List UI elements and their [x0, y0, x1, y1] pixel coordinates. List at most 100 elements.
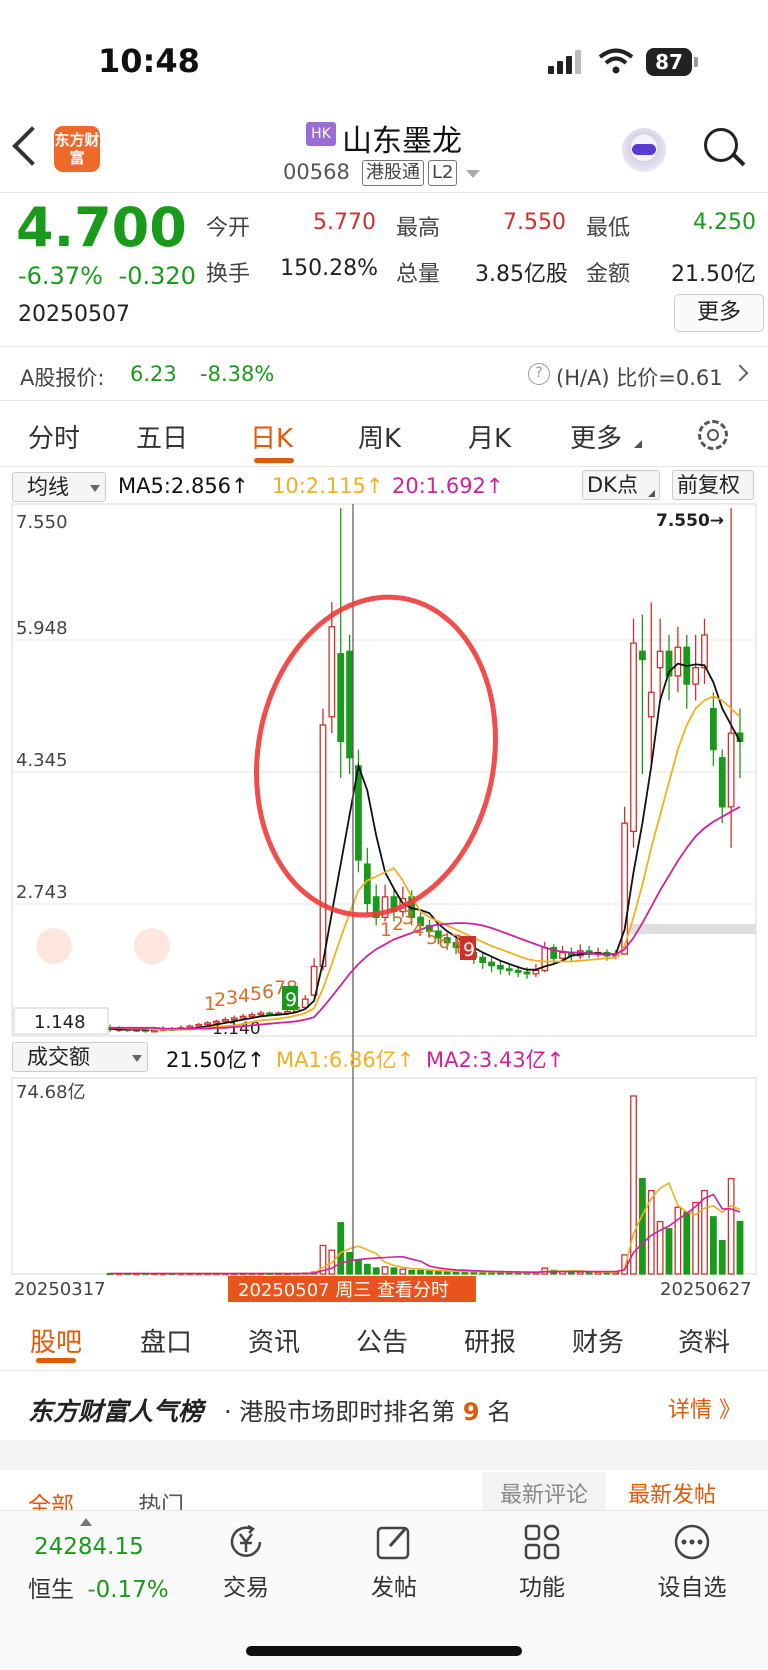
- volume-bar: [408, 1269, 416, 1275]
- price-axis-label: 5.948: [16, 618, 68, 639]
- dock-trade-label[interactable]: 交易: [196, 1568, 296, 1602]
- volume-ma1: MA1:6.86亿↑: [276, 1048, 415, 1072]
- candle-body: [221, 1018, 229, 1022]
- ha-ratio[interactable]: (H/A) 比价=0.61: [556, 362, 723, 392]
- volume-indicator-selector[interactable]: 成交额: [12, 1042, 148, 1072]
- candle: [630, 618, 637, 848]
- amount-label: 金额: [586, 262, 631, 287]
- dock-post-label[interactable]: 发帖: [344, 1568, 444, 1602]
- tab-financials[interactable]: 财务: [572, 1322, 624, 1359]
- candle: [701, 618, 708, 685]
- tab-orderbook[interactable]: 盘口: [140, 1322, 192, 1359]
- more-icon[interactable]: [672, 1522, 712, 1562]
- dk-signal-icon: [134, 928, 170, 964]
- candle-body: [532, 969, 540, 975]
- chevron-down-icon[interactable]: [466, 170, 480, 178]
- more-button[interactable]: 更多: [674, 294, 764, 332]
- compose-icon[interactable]: [374, 1522, 414, 1562]
- stock-name: 山东墨龙: [342, 124, 462, 159]
- candle: [337, 508, 345, 779]
- candles: [106, 508, 744, 1033]
- a-share-price: 6.23: [130, 362, 177, 386]
- volume-bar: [363, 1263, 371, 1275]
- grid-icon[interactable]: [522, 1522, 562, 1562]
- candle-body: [692, 667, 700, 685]
- rank-detail-link[interactable]: 详情 》: [668, 1392, 741, 1424]
- kline-chart[interactable]: 7.550 5.948 4.345 2.743 7.550→ 1.140 1.1…: [0, 500, 768, 1310]
- tab-research[interactable]: 研报: [464, 1322, 516, 1359]
- tab-announcements[interactable]: 公告: [356, 1322, 408, 1359]
- volume-bar: [390, 1267, 398, 1275]
- tab-5day[interactable]: 五日: [136, 418, 188, 455]
- count-mark: 6: [438, 931, 450, 953]
- section-separator: [0, 1440, 768, 1470]
- candle: [692, 634, 700, 701]
- candle-body: [230, 1017, 238, 1021]
- candle: [656, 618, 664, 701]
- volume-bar: [638, 1178, 646, 1275]
- candle: [505, 963, 513, 976]
- tab-forum[interactable]: 股吧: [30, 1322, 82, 1359]
- candle-body: [239, 1015, 247, 1019]
- dock-watchlist-label[interactable]: 设自选: [642, 1568, 742, 1602]
- dock-functions-label[interactable]: 功能: [492, 1568, 592, 1602]
- rank-number: 9: [462, 1398, 480, 1426]
- candle: [674, 626, 682, 693]
- candle: [568, 947, 575, 961]
- candle-body: [479, 956, 487, 963]
- chevron-right-icon[interactable]: [731, 364, 749, 382]
- candle: [497, 960, 504, 975]
- count-mark: 4: [238, 985, 250, 1007]
- volume-value: 3.85亿股: [475, 262, 568, 287]
- divider: [0, 466, 768, 467]
- price-axis-label: 4.345: [16, 750, 68, 771]
- tab-more[interactable]: 更多: [570, 418, 622, 455]
- candle-body: [523, 971, 531, 975]
- volume-bar: [399, 1268, 407, 1275]
- help-icon[interactable]: ?: [528, 363, 550, 385]
- adjust-selector[interactable]: 前复权: [672, 470, 754, 500]
- tab-profile[interactable]: 资料: [678, 1322, 730, 1359]
- volume-amount: 21.50亿↑: [166, 1048, 265, 1072]
- tab-news[interactable]: 资讯: [248, 1322, 300, 1359]
- volume-bar: [736, 1220, 744, 1275]
- index-value[interactable]: 24284.15: [34, 1534, 144, 1560]
- search-icon-handle: [732, 153, 746, 167]
- index-quote[interactable]: 恒生 -0.17%: [28, 1570, 169, 1604]
- candle-body: [630, 642, 637, 833]
- candle-body: [488, 961, 495, 967]
- volume-label: 总量: [396, 262, 441, 287]
- dk-signal-icon: [36, 928, 72, 964]
- candle-body: [647, 691, 655, 718]
- candle: [346, 634, 353, 775]
- count-marks-2: 1 2 3 4 5 6 7 8 9: [380, 907, 476, 961]
- candle: [585, 945, 593, 959]
- tab-intraday[interactable]: 分时: [28, 418, 80, 455]
- candle-body: [718, 757, 726, 808]
- back-icon[interactable]: [12, 126, 52, 166]
- volume-bar: [727, 1178, 735, 1275]
- volume-bar: [709, 1216, 717, 1275]
- tab-monthly-k[interactable]: 月K: [468, 418, 511, 455]
- candle-body: [213, 1020, 220, 1024]
- count-marks-1: 1 2 3 4 5 6 7 8 9: [204, 977, 298, 1015]
- volume-bar: [426, 1270, 433, 1275]
- candle: [488, 957, 495, 973]
- tab-weekly-k[interactable]: 周K: [358, 418, 401, 455]
- volume-bar: [701, 1189, 708, 1275]
- robot-visor: [632, 144, 656, 155]
- amount-value: 21.50亿: [671, 262, 756, 287]
- tab-daily-k[interactable]: 日K: [250, 418, 293, 455]
- x-end-label: 20250627: [660, 1279, 752, 1300]
- candle: [372, 884, 380, 926]
- index-change: -0.17%: [87, 1577, 169, 1603]
- volume-bar: [372, 1267, 380, 1275]
- volume-bar: [434, 1270, 442, 1275]
- trade-icon[interactable]: [226, 1522, 266, 1562]
- candle: [381, 884, 389, 922]
- candle-body: [674, 646, 682, 677]
- candle-body: [257, 1012, 265, 1016]
- a-share-change: -8.38%: [200, 362, 275, 386]
- triangle-up-icon: [80, 1518, 92, 1526]
- volume-bar: [417, 1269, 424, 1275]
